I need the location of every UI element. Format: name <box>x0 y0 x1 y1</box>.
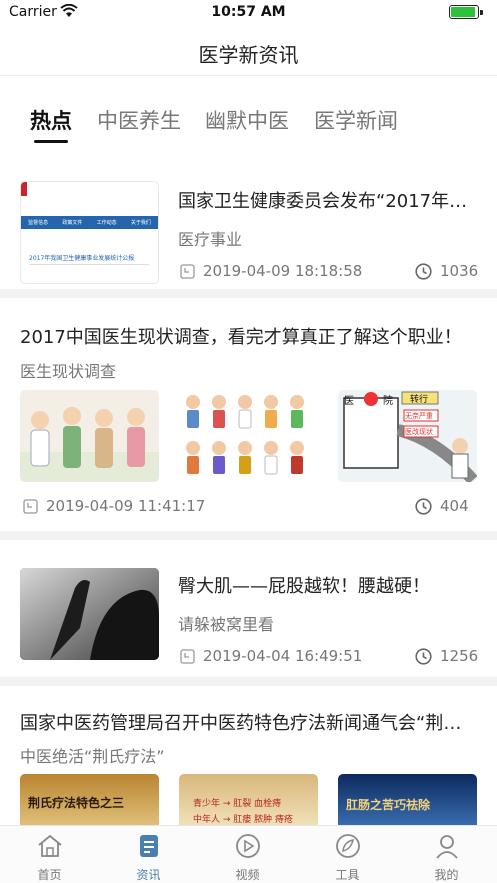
battery-icon <box>449 5 479 19</box>
home-icon <box>38 834 62 857</box>
tab-tcm-health[interactable]: 中医养生 <box>97 105 181 135</box>
tab-hot[interactable]: 热点 <box>30 105 72 135</box>
tab-humor-tcm[interactable]: 幽默中医 <box>205 105 289 135</box>
article-title: 2017中国医生现状调查，看完才算真正了解这个职业！ <box>20 327 462 348</box>
logo-mark <box>21 182 27 196</box>
article-date-text: 2019-04-09 18:18:58 <box>203 262 363 280</box>
navigation-bar: 医学新资讯 <box>0 26 497 76</box>
article-views-count: 1036 <box>440 262 479 280</box>
article-date-text: 2019-04-09 11:41:17 <box>46 497 206 515</box>
thumbnail-menu-item: 工作动态 <box>96 220 117 226</box>
thumbnail-label: 转行 <box>410 395 429 405</box>
article-image-3: 肛肠之苦巧祛除 <box>338 774 477 826</box>
article-views: 1256 <box>415 647 478 665</box>
calendar-icon <box>180 263 195 279</box>
tabbar-label: 视频 <box>235 868 260 882</box>
thumbnail-label: 医改现状 <box>405 428 433 436</box>
tabbar-label: 资讯 <box>136 868 161 882</box>
article-tag: 医生现状调查 <box>20 362 117 381</box>
tabbar-item-news[interactable]: 资讯 <box>99 826 198 883</box>
tabbar-label: 我的 <box>434 868 459 882</box>
tabbar-item-video[interactable]: 视频 <box>198 826 297 883</box>
battery-level <box>451 7 475 17</box>
article-date: 2019-04-09 18:18:58 <box>180 262 362 280</box>
tabbar-item-profile[interactable]: 我的 <box>397 826 496 883</box>
article-tag: 中医绝活“荆氏疗法” <box>20 747 165 766</box>
section-separator <box>0 531 497 540</box>
thumbnail-text: 青少年 → 肛裂 血栓痔 <box>193 799 282 809</box>
article-image-1 <box>20 390 159 482</box>
article-title: 臀大肌——屁股越软！腰越硬！ <box>178 576 430 597</box>
tabbar-label: 工具 <box>335 868 360 882</box>
tab-medical-news[interactable]: 医学新闻 <box>314 105 398 135</box>
thumbnail-label: 医 <box>344 396 354 407</box>
thumbnail-divider <box>29 264 149 265</box>
category-tabs: 热点 中医养生 幽默中医 医学新闻 <box>0 77 497 173</box>
clock-time: 10:57 AM <box>211 4 286 20</box>
article-title: 国家卫生健康委员会发布“2017年… <box>178 191 468 212</box>
cartoon-doctors-grid <box>186 395 304 475</box>
thumbnail-text: 中年人 → 肛瘘 脓肿 痔疮 <box>193 815 293 825</box>
tabbar-label: 首页 <box>37 868 62 882</box>
thumbnail-menu-item: 政策文件 <box>62 220 83 226</box>
article-views: 1036 <box>415 262 478 280</box>
tabbar-item-tools[interactable]: 工具 <box>298 826 397 883</box>
article-image-1: 荆氏疗法特色之三 <box>20 774 159 826</box>
thumbnail-caption: 2017年我国卫生健康事业发展统计公报 <box>29 255 135 262</box>
section-separator <box>0 677 497 686</box>
active-tab-indicator <box>34 140 68 143</box>
muscle-photo <box>20 568 159 660</box>
profile-icon <box>436 835 458 859</box>
article-tag: 医疗事业 <box>178 230 243 249</box>
thumbnail-label: 无奈严重 <box>405 412 433 420</box>
video-icon <box>236 834 260 858</box>
clock-icon <box>415 497 432 515</box>
thumbnail-text: 肛肠之苦巧祛除 <box>346 798 431 812</box>
thumbnail-menu: 监督信息 政策文件 工作动态 关于我们 <box>21 216 158 229</box>
article-views-count: 1256 <box>440 647 479 665</box>
doctors-illustration <box>20 407 159 482</box>
calendar-icon <box>180 648 195 664</box>
thumbnail-text: 荆氏疗法特色之三 <box>28 796 125 810</box>
article-tag: 请躲被窝里看 <box>178 615 275 634</box>
article-views-count: 404 <box>440 497 469 515</box>
status-bar: Carrier 10:57 AM <box>0 0 497 26</box>
article-date-text: 2019-04-04 16:49:51 <box>203 647 363 665</box>
article-image-2: 青少年 → 肛裂 血栓痔 中年人 → 肛瘘 脓肿 痔疮 <box>179 774 318 826</box>
article-thumbnail <box>20 568 159 660</box>
thumbnail-menu-item: 监督信息 <box>28 220 49 226</box>
article-views: 404 <box>415 497 469 515</box>
page-title: 医学新资讯 <box>198 43 299 67</box>
article-image-3: 医 院 转行 无奈严重 医改现状 <box>338 390 477 482</box>
thumbnail-label: 院 <box>383 396 393 407</box>
article-title: 国家中医药管理局召开中医药特色疗法新闻通气会“荆… <box>20 713 462 734</box>
section-separator <box>0 289 497 298</box>
thumbnail-menu-item: 关于我们 <box>130 220 151 226</box>
article-date: 2019-04-04 16:49:51 <box>180 647 362 665</box>
article-date: 2019-04-09 11:41:17 <box>23 497 205 515</box>
clock-icon <box>415 262 432 280</box>
news-icon <box>140 835 158 857</box>
article-thumbnail: 监督信息 政策文件 工作动态 关于我们 2017年我国卫生健康事业发展统计公报 <box>20 181 159 284</box>
clock-icon <box>415 647 432 665</box>
tools-icon <box>336 834 360 858</box>
tabbar-item-home[interactable]: 首页 <box>0 826 99 883</box>
battery-cap <box>480 10 483 15</box>
calendar-icon <box>23 498 38 514</box>
bottom-tab-bar: 首页 资讯 视频 工具 我的 <box>0 825 497 883</box>
article-image-2 <box>179 390 318 482</box>
